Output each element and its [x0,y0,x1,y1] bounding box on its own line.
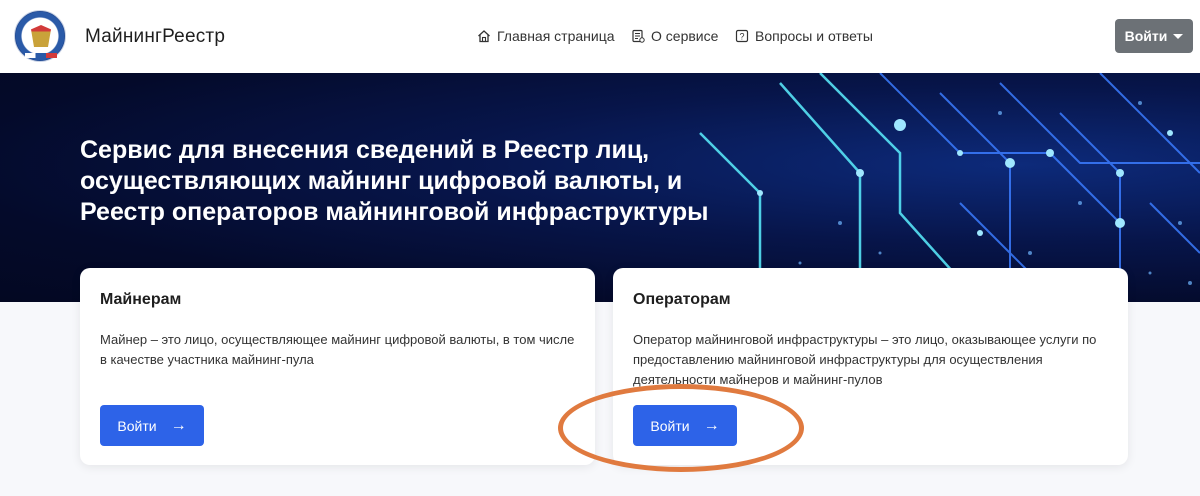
operators-card-description: Оператор майнинговой инфраструктуры – эт… [633,332,1097,387]
nav-home-label: Главная страница [497,28,615,44]
site-header: МайнингРеестр Главная страница О сервисе… [0,0,1200,73]
header-login-label: Войти [1124,28,1168,44]
tricolor-ribbon-icon [25,53,57,58]
arrow-right-icon: → [170,416,187,434]
miners-card-title: Майнерам [100,291,182,308]
svg-text:?: ? [739,32,744,42]
document-icon [631,29,645,43]
nav-faq-label: Вопросы и ответы [755,28,873,44]
header-login-button[interactable]: Войти [1115,19,1193,53]
brand-name[interactable]: МайнингРеестр [85,26,225,48]
nav-about[interactable]: О сервисе [631,28,718,44]
hero-title: Сервис для внесения сведений в Реестр ли… [80,136,709,226]
miners-login-label: Войти [117,417,157,434]
miners-card-description: Майнер – это лицо, осуществляющее майнин… [100,332,575,367]
nav-faq[interactable]: ? Вопросы и ответы [735,28,873,44]
miners-login-button[interactable]: Войти → [100,405,204,446]
question-icon: ? [735,29,749,43]
operators-card-title: Операторам [633,291,731,308]
chevron-down-icon [1173,33,1184,39]
fns-logo[interactable] [14,10,66,62]
nav-home[interactable]: Главная страница [477,28,615,44]
nav-about-label: О сервисе [651,28,719,44]
home-icon [477,29,491,43]
miners-card: Майнерам Майнер – это лицо, осуществляющ… [80,268,595,465]
highlight-ellipse [558,384,804,472]
eagle-emblem-icon [31,25,51,47]
